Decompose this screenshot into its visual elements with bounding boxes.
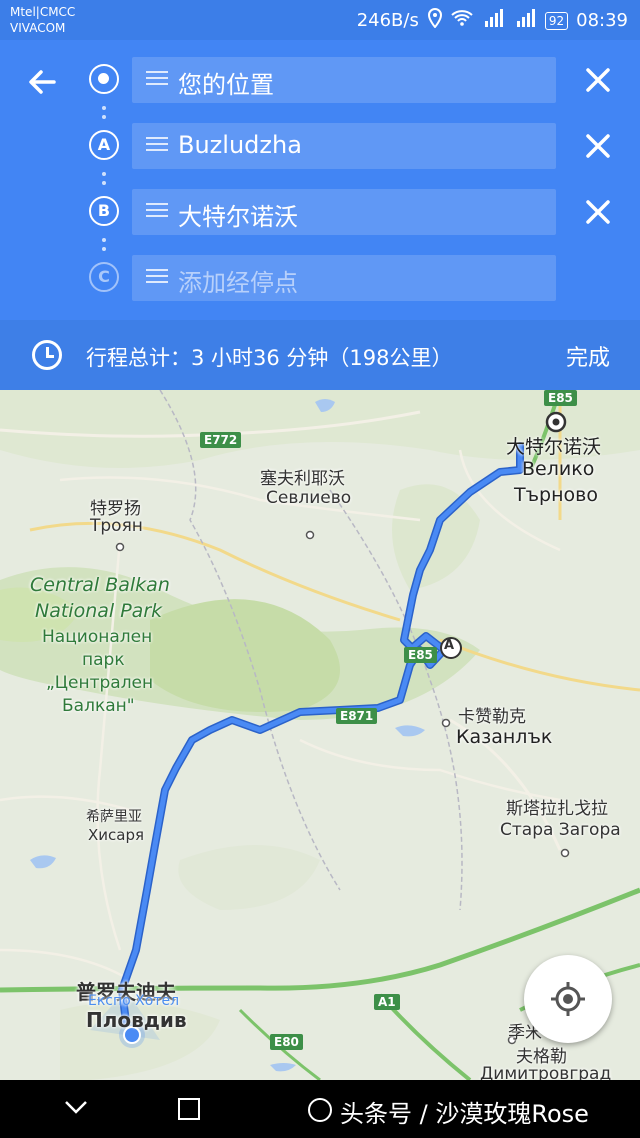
map-label-kazanlak-cn: 卡赞勒克 xyxy=(458,707,526,727)
stop-field-origin[interactable]: 您的位置 xyxy=(132,57,556,103)
watermark-text: 头条号 / 沙漠玫瑰Rose xyxy=(340,1100,589,1128)
status-icons: 246B/s 92 08:39 xyxy=(356,7,628,33)
road-shield-e85: E85 xyxy=(544,390,577,406)
map-label-veliko-bg1: Велико xyxy=(522,458,595,480)
trip-summary-text: 行程总计：3 小时36 分钟（198公里） xyxy=(86,346,453,370)
signal-icon-2 xyxy=(513,9,537,32)
map-label-expo-hotel: Експо Хотел xyxy=(88,993,180,1009)
map-label-stara-cn: 斯塔拉扎戈拉 xyxy=(506,799,608,819)
road-shield-e85: E85 xyxy=(404,647,437,663)
map-label-hisarya-cn: 希萨里亚 xyxy=(86,809,142,825)
map-label-park-bg3: „Централен xyxy=(46,673,154,693)
status-bar: Mtel|CMCC VIVACOM 246B/s 92 08:39 xyxy=(0,0,640,40)
add-stop-placeholder: 添加经停点 xyxy=(178,269,298,297)
close-icon[interactable] xyxy=(580,194,616,230)
map-label-kazanlak-bg: Казанлък xyxy=(456,726,553,748)
drag-handle-icon[interactable] xyxy=(146,137,168,153)
route-dots xyxy=(102,106,106,124)
map-label-veliko-bg2: Търново xyxy=(514,484,598,506)
carrier-line2: VIVACOM xyxy=(10,21,66,35)
map-label-sevlievo-bg: Севлиево xyxy=(266,488,352,508)
road-shield-e871: E871 xyxy=(336,708,378,724)
arrow-left-icon[interactable] xyxy=(22,62,62,102)
road-shield-a1: A1 xyxy=(374,994,400,1010)
my-location-button[interactable] xyxy=(524,955,612,1043)
stop-label-origin: 您的位置 xyxy=(178,71,274,99)
map-label-park-bg4: Балкан" xyxy=(62,696,135,716)
directions-header: A B C 您的位置 Buzludzha 大特尔诺沃 添加经停点 xyxy=(0,40,640,320)
nav-circle-icon[interactable] xyxy=(308,1098,332,1122)
map-label-hisarya-bg: Хисаря xyxy=(88,826,145,844)
waypoint-a-marker: A xyxy=(89,130,119,160)
nav-home-icon[interactable] xyxy=(178,1098,200,1120)
done-button[interactable]: 完成 xyxy=(566,340,610,372)
network-speed: 246B/s xyxy=(356,10,419,31)
signal-icon-1 xyxy=(481,9,505,32)
route-dots xyxy=(102,238,106,256)
waypoint-c-marker: C xyxy=(89,262,119,292)
map-label-park-en2: National Park xyxy=(35,600,163,622)
drag-handle-icon[interactable] xyxy=(146,71,168,87)
trip-summary-bar: 行程总计：3 小时36 分钟（198公里） 完成 xyxy=(0,320,640,390)
stop-label-b: 大特尔诺沃 xyxy=(178,203,298,231)
nav-back-icon[interactable] xyxy=(64,1094,88,1122)
route-dots xyxy=(102,172,106,190)
close-icon[interactable] xyxy=(580,62,616,98)
carrier-info: Mtel|CMCC VIVACOM xyxy=(10,4,75,36)
marker-a-label: A xyxy=(444,638,455,653)
location-icon xyxy=(427,7,443,33)
map-label-park-bg2: парк xyxy=(82,650,125,670)
drag-handle-icon[interactable] xyxy=(146,269,168,285)
close-icon[interactable] xyxy=(580,128,616,164)
origin-marker-icon xyxy=(89,64,119,94)
road-shield-e772: E772 xyxy=(200,432,242,448)
system-nav-bar: 头条号 / 沙漠玫瑰Rose xyxy=(0,1080,640,1138)
crosshair-icon xyxy=(551,982,585,1016)
carrier-line1: Mtel|CMCC xyxy=(10,5,76,19)
map-label-troyan-bg: Троян xyxy=(90,516,143,536)
map-label-sevlievo-cn: 塞夫利耶沃 xyxy=(260,469,345,489)
map-label-plovdiv-bg: Пловдив xyxy=(86,1008,187,1032)
road-shield-e80: E80 xyxy=(270,1034,303,1050)
clock-time: 08:39 xyxy=(576,10,628,31)
waypoint-b-marker: B xyxy=(89,196,119,226)
wifi-icon xyxy=(451,9,473,32)
stop-label-a: Buzludzha xyxy=(178,131,302,159)
stop-field-a[interactable]: Buzludzha xyxy=(132,123,556,169)
add-stop-field[interactable]: 添加经停点 xyxy=(132,255,556,301)
map-label-stara-bg: Стара Загора xyxy=(500,820,621,840)
clock-icon xyxy=(32,340,62,370)
map-label-park-bg1: Национален xyxy=(42,627,153,647)
map-label-park-en1: Central Balkan xyxy=(30,574,170,596)
drag-handle-icon[interactable] xyxy=(146,203,168,219)
map-label-dimitrovgrad-bg: Димитровград xyxy=(480,1064,612,1080)
battery-icon: 92 xyxy=(544,11,569,30)
stop-field-b[interactable]: 大特尔诺沃 xyxy=(132,189,556,235)
map-label-veliko-cn: 大特尔诺沃 xyxy=(506,436,602,458)
